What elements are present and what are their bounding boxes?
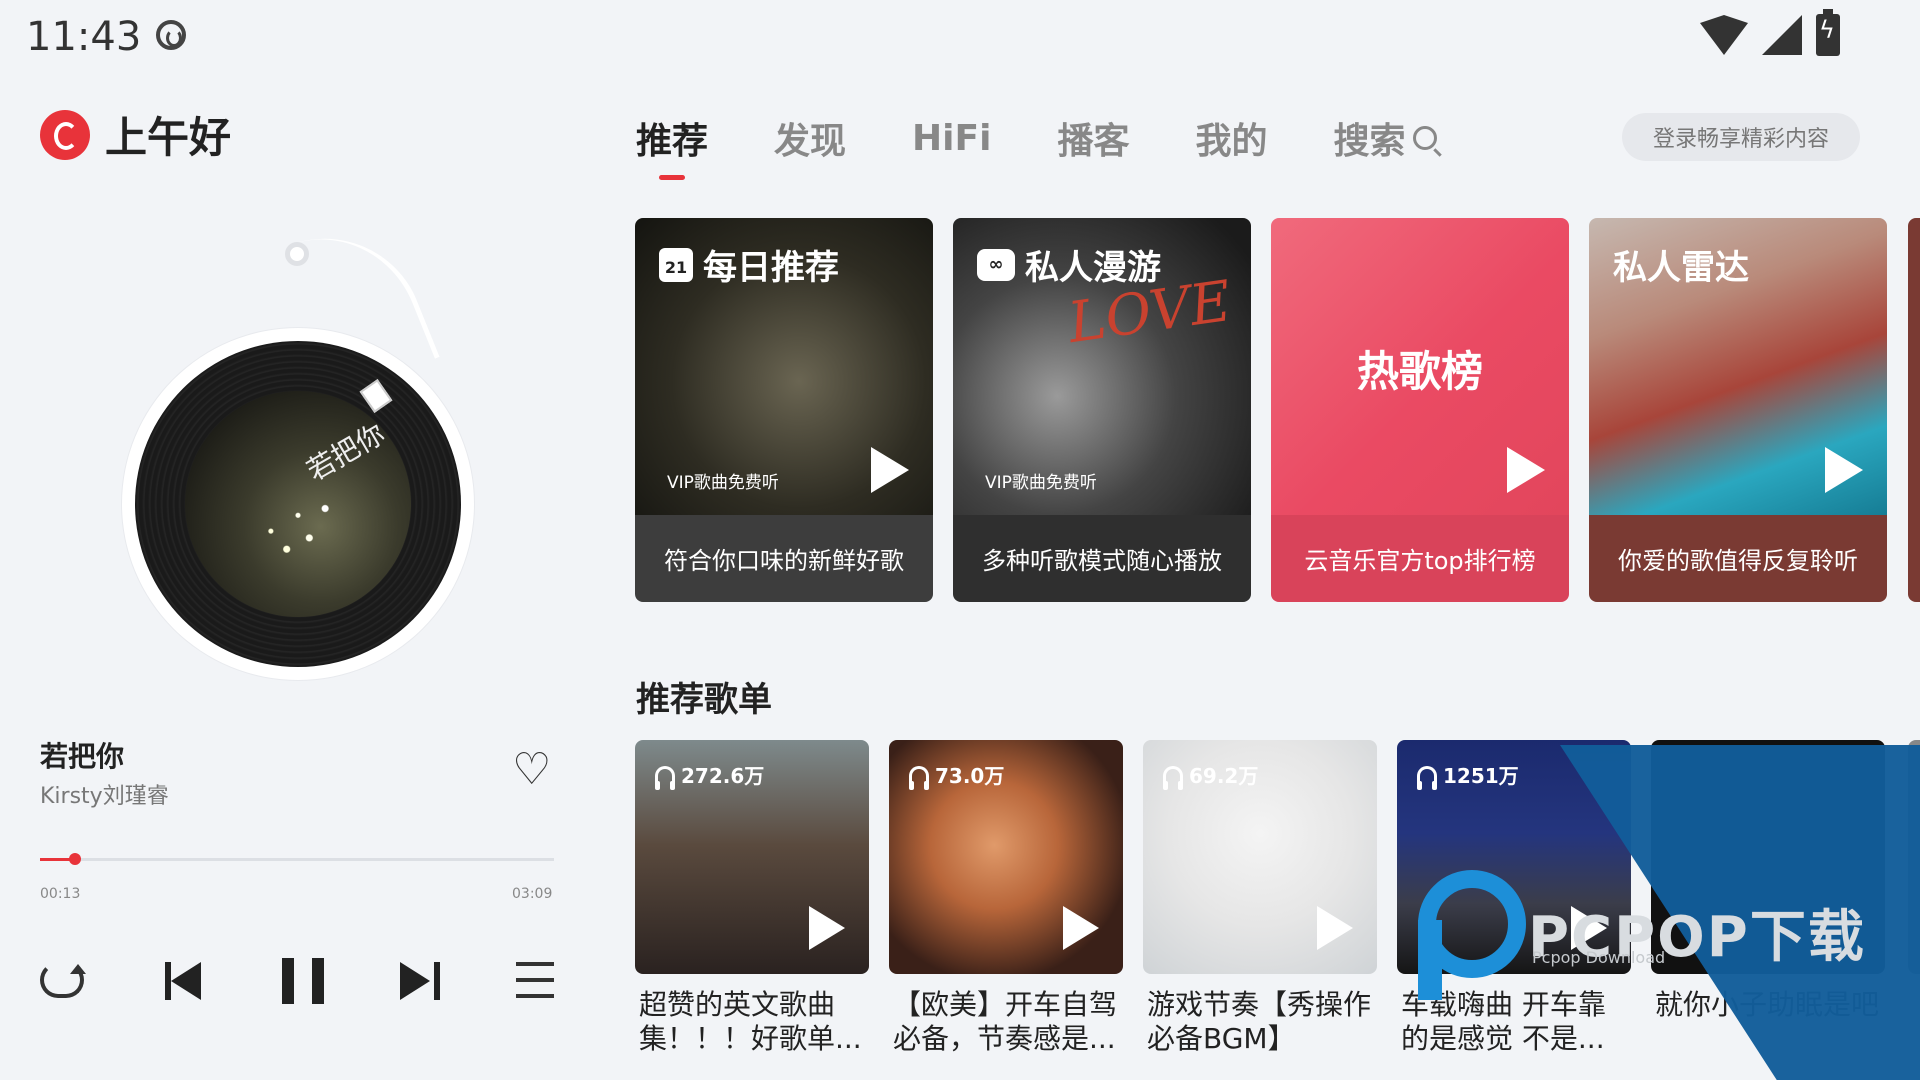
vip-badge: VIP歌曲免费听 [667,473,779,493]
playlist-item[interactable]: 73.0万 【欧美】开车自驾必备，节奏感是... [889,740,1123,1056]
status-icons [1700,9,1840,56]
total-time: 03:09 [512,886,553,902]
play-count: 1251万 [1417,760,1519,790]
card-next-peek[interactable] [1908,218,1920,602]
card-subtitle: 多种听歌模式随心播放 [953,515,1251,602]
playlist-name: 游戏节奏【秀操作必备BGM】 [1147,988,1372,1055]
play-icon[interactable] [1825,447,1863,493]
card-private-roam[interactable]: ∞ 私人漫游 LOVE VIP歌曲免费听 多种听歌模式随心播放 [953,218,1251,602]
playlist-cover: 69.2万 [1143,740,1377,974]
tab-search-label: 搜索 [1333,121,1406,162]
battery-icon [1816,9,1840,56]
heart-icon[interactable]: ♡ [512,748,551,792]
album-cover: 若把你 [185,391,411,617]
signal-icon [1762,15,1802,55]
card-title: 热歌榜 [1356,347,1483,396]
headphone-icon [1417,765,1437,790]
play-count: 272.6万 [655,760,765,790]
play-count-value: 1251万 [1443,764,1519,788]
song-title: 若把你 [40,740,125,773]
card-title: 21 每日推荐 [659,240,839,289]
progress-bar[interactable] [40,853,554,865]
vip-badge: VIP歌曲免费听 [985,473,1097,493]
nav-tabs: 推荐 发现 HiFi 播客 我的 搜索 [636,112,1503,164]
repeat-icon[interactable] [40,962,86,998]
card-cover: 热歌榜 [1271,218,1569,515]
card-subtitle: 你爱的歌值得反复聆听 [1589,515,1887,602]
play-icon[interactable] [1063,906,1099,950]
calendar-icon: 21 [659,247,693,282]
feature-cards: 21 每日推荐 VIP歌曲免费听 符合你口味的新鲜好歌 ∞ 私人漫游 LOVE … [635,218,1887,602]
playlist-icon[interactable] [516,962,554,998]
progress-knob[interactable] [69,853,82,865]
play-count-value: 69.2万 [1189,764,1259,788]
netease-logo-icon [40,110,90,160]
watermark-logo-bar [1418,920,1442,1000]
app-notification-icon [156,20,186,50]
tab-search[interactable]: 搜索 [1333,112,1438,164]
card-daily-recommend[interactable]: 21 每日推荐 VIP歌曲免费听 符合你口味的新鲜好歌 [635,218,933,602]
play-count: 69.2万 [1163,760,1259,790]
card-cover: ∞ 私人漫游 LOVE VIP歌曲免费听 [953,218,1251,515]
play-icon[interactable] [1317,906,1353,950]
headphone-icon [909,765,929,790]
play-count-value: 272.6万 [681,764,765,788]
card-private-radar[interactable]: 私人雷达 你爱的歌值得反复聆听 [1589,218,1887,602]
song-artist[interactable]: Kirsty刘瑾睿 [40,778,169,810]
tab-podcast[interactable]: 播客 [1057,112,1129,164]
playlist-item[interactable]: 272.6万 超赞的英文歌曲集！！！好歌单... [635,740,869,1056]
tonearm-pivot [285,242,309,266]
card-cover: 21 每日推荐 VIP歌曲免费听 [635,218,933,515]
login-button[interactable]: 登录畅享精彩内容 [1622,113,1860,161]
playlist-name: 超赞的英文歌曲集！！！好歌单... [639,988,862,1055]
play-icon[interactable] [871,447,909,493]
search-icon [1413,126,1438,150]
playlist-name: 【欧美】开车自驾必备，节奏感是... [893,988,1118,1055]
tab-recommend[interactable]: 推荐 [636,112,708,164]
play-count: 73.0万 [909,760,1005,790]
playlist-item[interactable]: 69.2万 游戏节奏【秀操作必备BGM】 [1143,740,1377,1056]
play-icon[interactable] [809,906,845,950]
tab-discover[interactable]: 发现 [774,112,846,164]
card-title-text: 私人雷达 [1613,248,1749,288]
vinyl-disc: 若把你 [135,341,461,667]
current-time: 00:13 [40,886,81,902]
greeting-title: 上午好 [105,113,232,162]
card-hot-chart[interactable]: 热歌榜 云音乐官方top排行榜 [1271,218,1569,602]
pause-icon[interactable] [282,958,324,1004]
status-time: 11:43 [26,14,142,60]
next-track-icon[interactable] [400,962,440,1000]
section-title: 推荐歌单 [636,680,772,720]
infinity-icon: ∞ [977,248,1015,281]
card-title-text: 每日推荐 [703,248,839,288]
tab-mine[interactable]: 我的 [1195,112,1267,164]
playlist-cover: 73.0万 [889,740,1123,974]
playlist-cover: 272.6万 [635,740,869,974]
tab-hifi[interactable]: HiFi [912,112,991,164]
card-cover: 私人雷达 [1589,218,1887,515]
headphone-icon [655,765,675,790]
headphone-icon [1163,765,1183,790]
play-icon[interactable] [1507,447,1545,493]
wifi-icon [1700,15,1748,55]
card-subtitle: 云音乐官方top排行榜 [1271,515,1569,602]
play-count-value: 73.0万 [935,764,1005,788]
previous-track-icon[interactable] [165,962,205,1000]
watermark-subtext: Pcpop Download [1532,948,1666,967]
card-title: 私人雷达 [1613,240,1749,289]
vinyl-record[interactable]: 若把你 [122,328,474,680]
card-subtitle: 符合你口味的新鲜好歌 [635,515,933,602]
